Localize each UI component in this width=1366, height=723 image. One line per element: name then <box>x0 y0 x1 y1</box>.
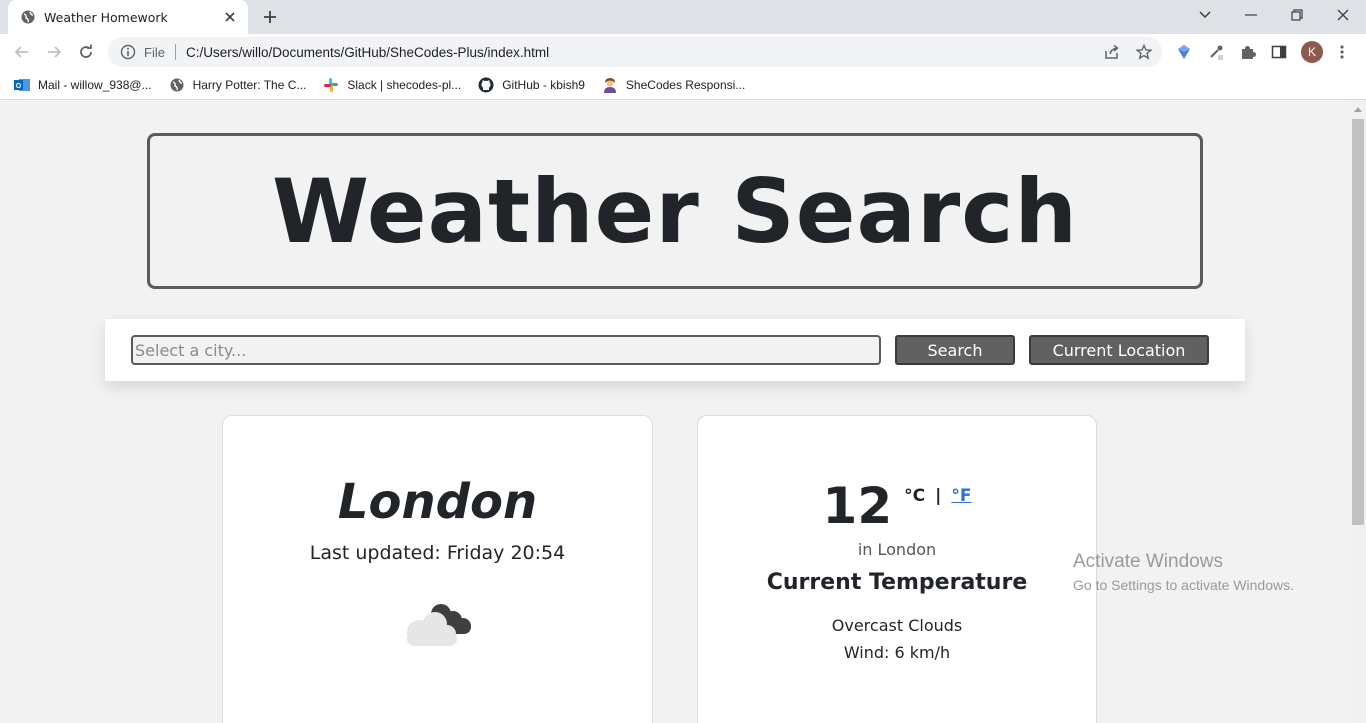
temperature-value: 12 <box>822 477 893 535</box>
slack-icon <box>323 77 339 93</box>
globe-icon <box>20 9 36 25</box>
svg-text:O: O <box>16 83 22 90</box>
reload-icon[interactable] <box>76 42 96 62</box>
wind-speed: Wind: 6 km/h <box>843 643 951 662</box>
unit-toggle: °C | °F <box>904 486 971 506</box>
current-temperature-label: Current Temperature <box>766 570 1028 595</box>
extension-shield-icon[interactable] <box>1174 42 1194 62</box>
search-button[interactable]: Search <box>895 335 1015 365</box>
extensions-puzzle-icon[interactable] <box>1238 42 1258 62</box>
eyedropper-icon[interactable] <box>1206 42 1226 62</box>
page-title: Weather Search <box>271 159 1079 263</box>
page-title-box: Weather Search <box>147 133 1203 289</box>
bookmarks-bar: O Mail - willow_938@... Harry Potter: Th… <box>0 70 1366 100</box>
activate-windows-watermark: Activate Windows Go to Settings to activ… <box>1073 551 1294 593</box>
temperature-card: 12 °C | °F in London Current Temperature… <box>697 415 1097 723</box>
profile-avatar[interactable]: K <box>1301 41 1323 63</box>
bookmark-label: SheCodes Responsi... <box>625 77 746 92</box>
shecodes-icon <box>602 77 618 93</box>
bookmark-github[interactable]: GitHub - kbish9 <box>478 77 585 93</box>
bookmark-slack[interactable]: Slack | shecodes-pl... <box>323 77 461 93</box>
bookmark-label: GitHub - kbish9 <box>502 77 585 92</box>
bookmark-shecodes[interactable]: SheCodes Responsi... <box>602 77 745 93</box>
browser-toolbar: File C:/Users/willo/Documents/GitHub/She… <box>0 34 1366 70</box>
url-scheme-label: File <box>144 44 165 60</box>
restore-icon[interactable] <box>1284 4 1310 26</box>
close-icon[interactable] <box>222 9 238 25</box>
fahrenheit-link[interactable]: °F <box>951 486 971 506</box>
new-tab-button[interactable] <box>260 7 280 27</box>
outlook-icon: O <box>14 77 30 93</box>
tab-title: Weather Homework <box>44 9 168 25</box>
bookmark-mail[interactable]: O Mail - willow_938@... <box>14 77 152 93</box>
address-bar[interactable]: File C:/Users/willo/Documents/GitHub/She… <box>108 37 1162 67</box>
scroll-up-arrow-icon[interactable] <box>1354 107 1362 112</box>
last-updated: Last updated: Friday 20:54 <box>309 542 566 564</box>
chevron-down-icon[interactable] <box>1192 4 1218 26</box>
github-icon <box>478 77 494 93</box>
back-arrow-icon[interactable] <box>12 42 32 62</box>
tab-weather-homework[interactable]: Weather Homework <box>8 0 248 34</box>
share-icon[interactable] <box>1102 42 1122 62</box>
page-viewport: Weather Search Search Current Location L… <box>0 101 1350 723</box>
activate-windows-title: Activate Windows <box>1073 551 1223 572</box>
globe-icon <box>169 77 185 93</box>
city-search-input[interactable] <box>131 335 881 365</box>
more-menu-icon[interactable] <box>1332 42 1352 62</box>
forward-arrow-icon[interactable] <box>44 42 64 62</box>
bookmark-label: Mail - willow_938@... <box>38 77 152 92</box>
side-panel-icon[interactable] <box>1269 42 1289 62</box>
tab-strip: Weather Homework <box>0 0 1366 34</box>
current-location-button[interactable]: Current Location <box>1029 335 1209 365</box>
unit-separator: | <box>935 486 942 506</box>
scrollbar-thumb[interactable] <box>1352 119 1364 525</box>
bookmark-harry-potter[interactable]: Harry Potter: The C... <box>169 77 307 93</box>
bookmark-label: Harry Potter: The C... <box>192 77 307 92</box>
minimize-icon[interactable] <box>1238 4 1264 26</box>
activate-windows-subtitle: Go to Settings to activate Windows. <box>1073 577 1294 593</box>
bookmark-star-icon[interactable] <box>1134 42 1154 62</box>
weather-description: Overcast Clouds <box>831 616 963 635</box>
temperature-city: in London <box>857 540 937 559</box>
bookmark-label: Slack | shecodes-pl... <box>347 77 462 92</box>
city-name: London <box>337 474 538 530</box>
temperature-row: 12 °C | °F <box>698 476 1096 536</box>
window-close-icon[interactable] <box>1330 4 1356 26</box>
search-form: Search Current Location <box>105 319 1245 381</box>
omnibox-divider <box>174 44 176 60</box>
url-text[interactable]: C:/Users/willo/Documents/GitHub/SheCodes… <box>186 45 549 60</box>
city-card: London Last updated: Friday 20:54 <box>222 415 653 723</box>
cloud-icon <box>401 600 475 650</box>
celsius-unit[interactable]: °C <box>904 486 925 506</box>
info-icon[interactable] <box>120 44 136 60</box>
vertical-scrollbar[interactable] <box>1350 101 1366 723</box>
